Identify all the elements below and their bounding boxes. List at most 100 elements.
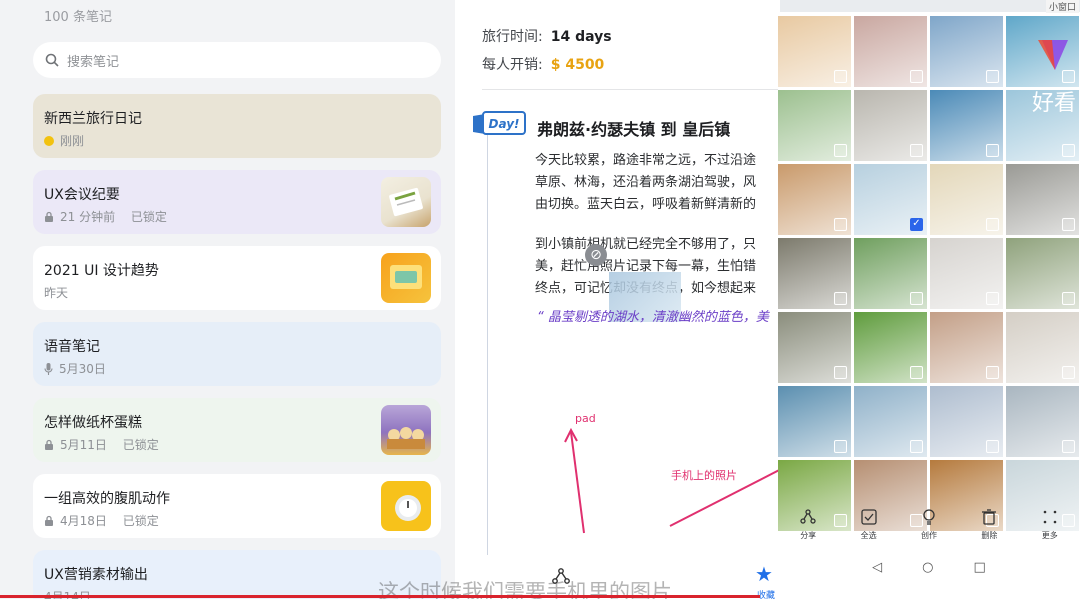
list-item[interactable]: 新西兰旅行日记 刚刚	[33, 94, 441, 158]
note-meta: 昨天	[44, 284, 68, 301]
note-meta: 刚刚	[44, 132, 84, 149]
note-meta: 21 分钟前 已锁定	[44, 208, 167, 225]
photo-thumbnail[interactable]	[930, 386, 1003, 457]
note-time: 5月30日	[59, 362, 106, 376]
photo-thumbnail[interactable]	[1006, 164, 1079, 235]
photo-checkbox[interactable]	[1062, 218, 1075, 231]
note-locked: 已锁定	[122, 438, 159, 452]
list-item[interactable]: 怎样做纸杯蛋糕 5月11日 已锁定	[33, 398, 441, 462]
toolbar-label: 全选	[860, 531, 877, 540]
photo-thumbnail[interactable]	[778, 386, 851, 457]
system-navbar: ◁ ○ □	[778, 552, 1080, 582]
list-item[interactable]: UX会议纪要 21 分钟前 已锁定	[33, 170, 441, 234]
photo-checkbox[interactable]	[910, 144, 923, 157]
toolbar-button-delete[interactable]: 删除	[964, 508, 1014, 548]
photo-thumbnail[interactable]	[1006, 238, 1079, 309]
note-title: 语音笔记	[44, 339, 100, 355]
toolbar-label: 分享	[800, 531, 817, 540]
annotation-phone: 手机上的照片	[671, 469, 737, 482]
photo-thumbnail[interactable]	[854, 238, 927, 309]
photo-checkbox[interactable]	[986, 218, 999, 231]
photo-thumbnail[interactable]	[854, 386, 927, 457]
microphone-icon	[44, 362, 53, 375]
photo-checkbox[interactable]	[1062, 144, 1075, 157]
app-root: 100 条笔记 搜索笔记 新西兰旅行日记 刚刚 UX会议纪要 21 分钟前 已锁…	[0, 0, 1080, 599]
lock-icon	[45, 439, 53, 450]
photo-checkbox[interactable]	[834, 292, 847, 305]
photo-checkbox[interactable]	[910, 292, 923, 305]
photo-checkbox[interactable]	[834, 144, 847, 157]
home-nav-icon[interactable]: ○	[922, 560, 933, 575]
photo-thumbnail[interactable]	[1006, 386, 1079, 457]
note-time: 5月11日	[60, 438, 107, 452]
toolbar-label: 创作	[920, 531, 937, 540]
photo-checkbox[interactable]	[986, 70, 999, 83]
note-time: 昨天	[44, 286, 69, 300]
toolbar-label: 删除	[981, 531, 998, 540]
window-chip[interactable]: 小窗口	[1046, 0, 1080, 13]
photo-checkbox[interactable]	[834, 70, 847, 83]
note-thumbnail	[381, 253, 431, 303]
photo-thumbnail[interactable]	[778, 164, 851, 235]
gallery-toolbar: 分享 全选 创作 删除 更多	[778, 508, 1080, 548]
recents-nav-icon[interactable]: □	[974, 560, 986, 575]
photo-thumbnail[interactable]	[854, 16, 927, 87]
photo-thumbnail[interactable]	[778, 312, 851, 383]
photo-thumbnail[interactable]	[854, 90, 927, 161]
note-time: 4月18日	[60, 514, 107, 528]
photo-checkbox[interactable]	[1062, 292, 1075, 305]
toolbar-button-create[interactable]: 创作	[904, 508, 954, 548]
note-meta: 5月11日 已锁定	[44, 436, 159, 453]
photo-checkbox[interactable]	[986, 366, 999, 379]
photo-checkbox[interactable]	[910, 440, 923, 453]
photo-thumbnail[interactable]	[1006, 312, 1079, 383]
back-nav-icon[interactable]: ◁	[872, 560, 882, 575]
share-icon	[800, 509, 816, 524]
toolbar-button-select-all[interactable]: 全选	[844, 508, 894, 548]
toolbar-button-more[interactable]: 更多	[1025, 508, 1075, 548]
photo-checkbox[interactable]	[986, 292, 999, 305]
annotation-arrows	[564, 427, 780, 534]
photo-checkbox[interactable]	[834, 440, 847, 453]
dot-icon	[44, 135, 54, 146]
photo-thumbnail[interactable]	[930, 16, 1003, 87]
photo-checkbox[interactable]: ✓	[910, 218, 923, 231]
photo-checkbox[interactable]	[1062, 366, 1075, 379]
note-thumbnail	[381, 405, 431, 455]
notes-list-panel: 100 条笔记 搜索笔记 新西兰旅行日记 刚刚 UX会议纪要 21 分钟前 已锁…	[0, 0, 455, 599]
favorite-star-icon[interactable]: ★	[755, 562, 773, 586]
note-thumbnail	[381, 177, 431, 227]
photo-thumbnail[interactable]	[930, 238, 1003, 309]
note-title: 新西兰旅行日记	[44, 111, 142, 127]
list-item[interactable]: 一组高效的腹肌动作 4月18日 已锁定	[33, 474, 441, 538]
note-time: 21 分钟前	[60, 210, 116, 224]
note-time: 刚刚	[60, 134, 85, 148]
photo-checkbox[interactable]	[910, 70, 923, 83]
list-item[interactable]: 语音笔记 5月30日	[33, 322, 441, 386]
note-title: UX会议纪要	[44, 187, 120, 203]
photo-checkbox[interactable]	[986, 144, 999, 157]
lock-icon	[45, 211, 53, 222]
note-title: 一组高效的腹肌动作	[44, 491, 170, 507]
photo-thumbnail[interactable]	[930, 164, 1003, 235]
photo-thumbnail[interactable]	[854, 312, 927, 383]
search-input[interactable]: 搜索笔记	[67, 51, 119, 70]
photo-thumbnail[interactable]	[930, 312, 1003, 383]
photo-thumbnail[interactable]	[778, 90, 851, 161]
photo-thumbnail[interactable]	[778, 16, 851, 87]
photo-checkbox[interactable]	[1062, 440, 1075, 453]
search-bar[interactable]: 搜索笔记	[33, 42, 441, 78]
svg-text:好看: 好看	[1032, 91, 1076, 116]
photo-checkbox[interactable]	[910, 366, 923, 379]
photo-thumbnail[interactable]	[930, 90, 1003, 161]
photo-checkbox[interactable]	[834, 218, 847, 231]
photo-checkbox[interactable]	[834, 366, 847, 379]
toolbar-button-share[interactable]: 分享	[783, 508, 833, 548]
create-icon	[923, 509, 935, 525]
photo-checkbox[interactable]	[986, 440, 999, 453]
list-item[interactable]: 2021 UI 设计趋势 昨天	[33, 246, 441, 310]
photo-thumbnail[interactable]	[778, 238, 851, 309]
photo-thumbnail[interactable]: ✓	[854, 164, 927, 235]
note-detail-panel: 旅行时间: 14 days 每人开销: $ 4500 Day! 弗朗兹·约瑟夫镇 到…	[455, 0, 782, 599]
note-thumbnail	[381, 481, 431, 531]
